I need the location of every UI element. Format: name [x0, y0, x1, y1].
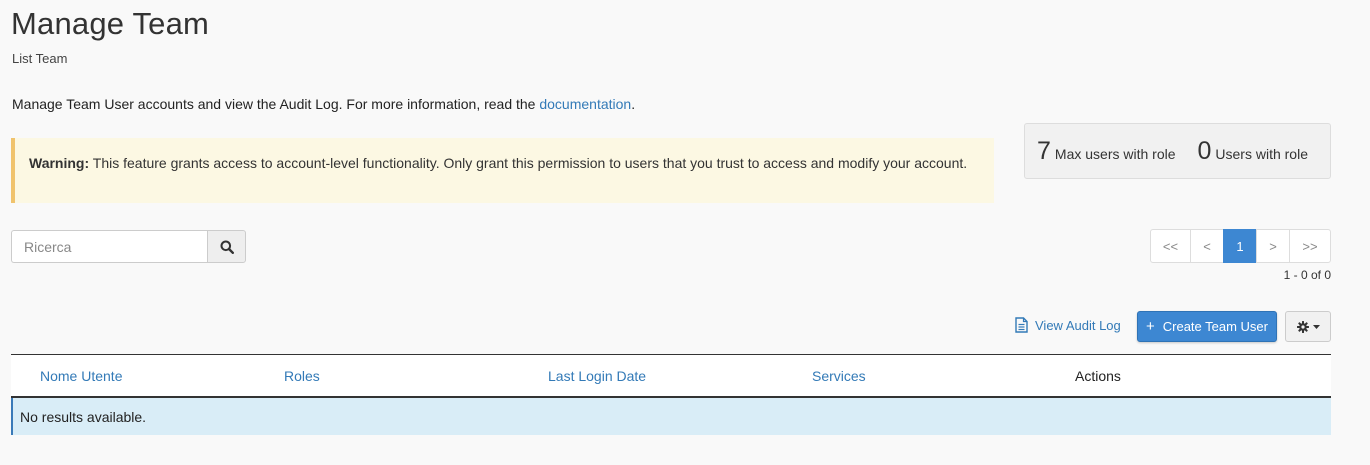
max-users-count: 7 — [1037, 136, 1051, 165]
intro-sentence: Manage Team User accounts and view the A… — [12, 96, 540, 112]
column-nome-utente[interactable]: Nome Utente — [40, 368, 122, 384]
create-team-user-button[interactable]: + Create Team User — [1137, 311, 1277, 342]
create-team-user-label: Create Team User — [1162, 319, 1268, 334]
next-page-button[interactable]: > — [1256, 229, 1290, 263]
role-stats-panel: 7 Max users with role 0 Users with role — [1024, 123, 1331, 179]
gear-icon — [1296, 320, 1309, 333]
search-group — [11, 230, 246, 263]
caret-down-icon — [1312, 324, 1320, 329]
team-users-table: Nome Utente Roles Last Login Date Servic… — [11, 354, 1331, 435]
column-actions: Actions — [1075, 367, 1121, 384]
pagination: << < 1 > >> — [1150, 229, 1331, 263]
warning-label: Warning: — [29, 155, 90, 171]
page-title: Manage Team — [11, 6, 210, 41]
view-audit-log-link[interactable]: View Audit Log — [1015, 317, 1121, 333]
column-roles[interactable]: Roles — [284, 368, 320, 384]
page-subtitle: List Team — [12, 51, 68, 66]
plus-icon: + — [1145, 318, 1155, 335]
max-users-stat: 7 Max users with role — [1037, 137, 1176, 166]
column-last-login-date[interactable]: Last Login Date — [548, 368, 646, 384]
max-users-label: Max users with role — [1054, 145, 1176, 162]
column-services[interactable]: Services — [812, 368, 866, 384]
settings-dropdown-button[interactable] — [1285, 311, 1331, 342]
search-button[interactable] — [207, 230, 246, 263]
table-header: Nome Utente Roles Last Login Date Servic… — [11, 354, 1331, 398]
users-with-role-count: 0 — [1197, 136, 1212, 165]
last-page-button[interactable]: >> — [1289, 229, 1331, 263]
users-with-role-stat: 0 Users with role — [1198, 137, 1309, 166]
intro-end: . — [631, 96, 636, 112]
warning-text: This feature grants access to account-le… — [89, 155, 968, 171]
document-icon — [1015, 317, 1028, 333]
documentation-link[interactable]: documentation — [539, 96, 631, 112]
search-icon — [220, 240, 234, 254]
warning-alert: Warning: This feature grants access to a… — [11, 138, 994, 203]
view-audit-log-label: View Audit Log — [1035, 317, 1121, 333]
first-page-button[interactable]: << — [1150, 229, 1191, 263]
pagination-info: 1 - 0 of 0 — [1283, 268, 1331, 282]
search-input[interactable] — [11, 230, 207, 263]
users-with-role-label: Users with role — [1215, 145, 1308, 162]
prev-page-button[interactable]: < — [1190, 229, 1224, 263]
current-page-button[interactable]: 1 — [1223, 229, 1257, 263]
empty-results-row: No results available. — [11, 398, 1331, 435]
intro-text: Manage Team User accounts and view the A… — [12, 96, 635, 112]
